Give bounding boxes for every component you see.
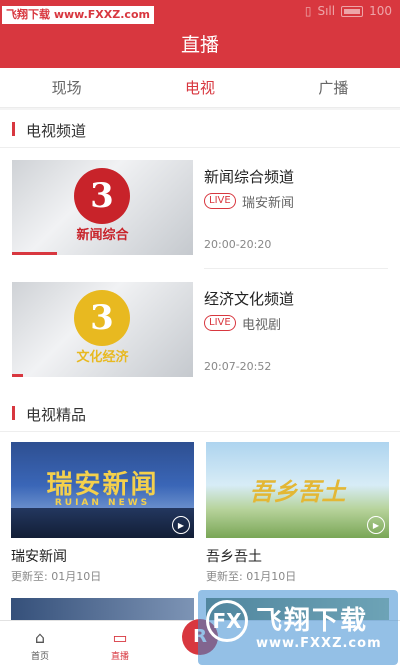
section-title: 电视精品: [26, 406, 87, 424]
current-program: 瑞安新闻: [242, 196, 295, 211]
program-time: 20:07-20:52: [204, 360, 272, 373]
nav-live[interactable]: ▭ 直播: [90, 628, 150, 663]
vibrate-icon: ▯: [304, 4, 312, 18]
current-program: 电视剧: [242, 318, 282, 333]
divider: [204, 268, 388, 269]
cover-skyline: [11, 508, 194, 538]
play-progress-bar: [12, 252, 58, 255]
channel-thumbnail: 3 文化经济: [12, 282, 193, 377]
tab-radio[interactable]: 广播: [267, 68, 400, 107]
nav-label: 直播: [110, 652, 129, 662]
status-icons: ▯ Sıll 100: [305, 4, 392, 18]
program-cover: 瑞安新闻 RUIAN NEWS ▶: [11, 442, 194, 538]
nav-label: 首页: [30, 652, 49, 662]
watermark-title: 飞翔下载: [256, 606, 369, 636]
section-accent-bar: [12, 122, 15, 136]
battery-icon: [341, 5, 364, 17]
program-update: 更新至: 01月10日: [206, 570, 297, 583]
program-time: 20:00-20:20: [204, 238, 272, 251]
program-cover: 吾乡吾土 ▶: [206, 442, 389, 538]
video-camera-icon: ▭: [112, 628, 128, 647]
channel-logo-icon: 3: [74, 290, 130, 346]
tab-bar: 现场 电视 广播: [0, 68, 400, 108]
signal-icon: Sıll: [317, 4, 336, 18]
tab-scene[interactable]: 现场: [0, 68, 133, 107]
page-title: 直播: [180, 34, 219, 56]
cover-title: 吾乡吾土: [249, 477, 346, 506]
play-icon[interactable]: ▶: [367, 516, 385, 534]
battery-level: 100: [369, 4, 392, 18]
play-progress-bar: [12, 374, 23, 377]
channel-logo-label: 文化经济: [76, 350, 129, 365]
status-bar: 飞翔下载 www.FXXZ.com ▯ Sıll 100: [0, 0, 400, 26]
channel-item[interactable]: 3 文化经济 经济文化频道 LIVE 电视剧 20:07-20:52: [12, 272, 388, 377]
cover-subtitle: RUIAN NEWS: [54, 498, 151, 508]
live-badge: LIVE: [204, 193, 236, 209]
program-card-peek[interactable]: [11, 598, 194, 620]
tab-tv[interactable]: 电视: [133, 68, 266, 107]
channel-thumbnail: 3 新闻综合: [12, 160, 193, 255]
watermark-overlay: FX 飞翔下载 www.FXXZ.com: [198, 590, 398, 665]
section-header-tv-premium: 电视精品: [0, 394, 400, 432]
watermark-url: www.FXXZ.com: [256, 636, 382, 651]
program-card[interactable]: 瑞安新闻 RUIAN NEWS ▶ 瑞安新闻 更新至: 01月10日: [11, 442, 194, 590]
watermark-top: 飞翔下载 www.FXXZ.com: [2, 6, 154, 24]
channel-list: 3 新闻综合 新闻综合频道 LIVE 瑞安新闻 20:00-20:20 3 文化…: [0, 148, 400, 394]
app-header: 飞翔下载 www.FXXZ.com ▯ Sıll 100 直播: [0, 0, 400, 68]
channel-item[interactable]: 3 新闻综合 新闻综合频道 LIVE 瑞安新闻 20:00-20:20: [12, 150, 388, 255]
program-title: 吾乡吾土: [206, 549, 262, 565]
section-title: 电视频道: [26, 122, 87, 140]
section-accent-bar: [12, 406, 15, 420]
cover-title: 瑞安新闻: [46, 470, 159, 500]
program-title: 瑞安新闻: [11, 549, 67, 565]
channel-name: 新闻综合频道: [204, 168, 295, 186]
channel-logo-label: 新闻综合: [76, 228, 129, 243]
nav-home[interactable]: ⌂ 首页: [10, 628, 70, 663]
program-update: 更新至: 01月10日: [11, 570, 102, 583]
channel-logo-icon: 3: [74, 168, 130, 224]
play-icon[interactable]: ▶: [172, 516, 190, 534]
live-badge: LIVE: [204, 315, 236, 331]
home-icon: ⌂: [34, 628, 46, 647]
program-card[interactable]: 吾乡吾土 ▶ 吾乡吾土 更新至: 01月10日: [206, 442, 389, 590]
section-header-tv-channels: 电视频道: [0, 110, 400, 148]
watermark-logo: FX: [206, 600, 248, 642]
channel-name: 经济文化频道: [204, 290, 295, 308]
